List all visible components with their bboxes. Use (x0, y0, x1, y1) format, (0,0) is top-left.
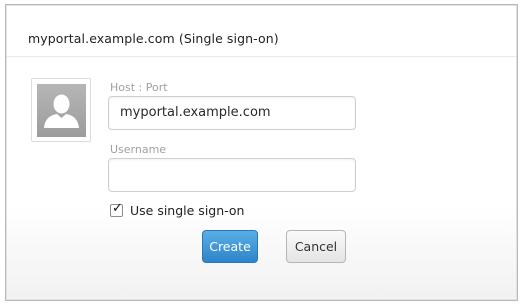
user-silhouette-icon (37, 84, 86, 137)
title-divider (7, 56, 516, 57)
use-sso-checkbox[interactable]: ✓ (110, 201, 123, 217)
cancel-button[interactable]: Cancel (286, 230, 346, 263)
checkmark-icon: ✓ (112, 201, 123, 216)
host-port-field[interactable]: myportal.example.com (108, 96, 356, 130)
avatar (31, 78, 91, 142)
sso-dialog: myportal.example.com (Single sign-on) Ho… (5, 4, 518, 301)
host-port-label: Host : Port (110, 81, 168, 94)
use-sso-label: Use single sign-on (130, 203, 245, 218)
create-button[interactable]: Create (202, 230, 258, 263)
username-label: Username (110, 143, 167, 156)
dialog-title: myportal.example.com (Single sign-on) (28, 31, 279, 46)
username-field[interactable] (108, 158, 356, 192)
